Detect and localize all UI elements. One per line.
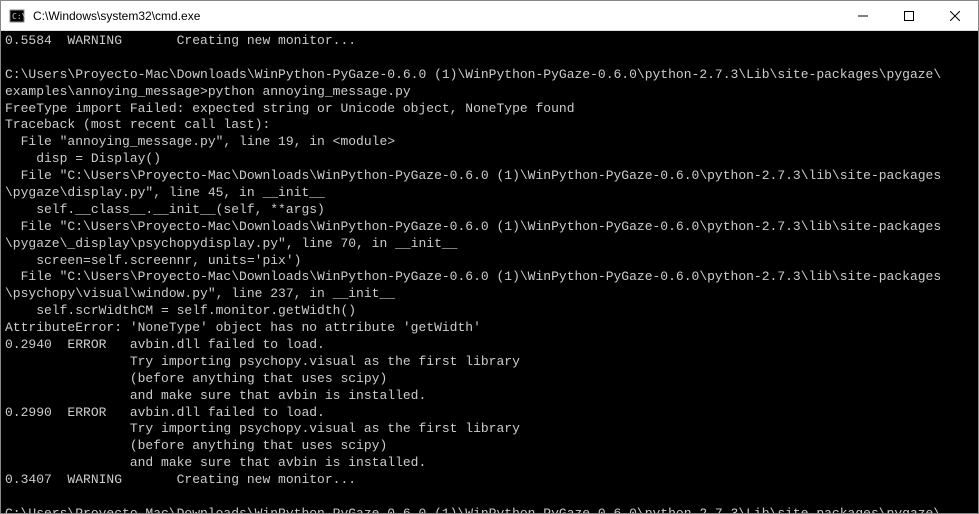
terminal-line: C:\Users\Proyecto-Mac\Downloads\WinPytho…	[5, 67, 974, 84]
terminal-line: \pygaze\display.py", line 45, in __init_…	[5, 185, 974, 202]
terminal-line: self.scrWidthCM = self.monitor.getWidth(…	[5, 303, 974, 320]
titlebar-buttons	[840, 1, 978, 30]
terminal-line	[5, 50, 974, 67]
terminal-line: File "annoying_message.py", line 19, in …	[5, 134, 974, 151]
terminal-line: screen=self.screennr, units='pix')	[5, 253, 974, 270]
terminal-line: File "C:\Users\Proyecto-Mac\Downloads\Wi…	[5, 168, 974, 185]
cmd-window: C:\ C:\Windows\system32\cmd.exe 0.5584 W…	[0, 0, 979, 514]
terminal-output[interactable]: 0.5584 WARNING Creating new monitor... C…	[1, 31, 978, 513]
terminal-line: \psychopy\visual\window.py", line 237, i…	[5, 286, 974, 303]
terminal-line: (before anything that uses scipy)	[5, 438, 974, 455]
minimize-button[interactable]	[840, 1, 886, 30]
terminal-line: AttributeError: 'NoneType' object has no…	[5, 320, 974, 337]
terminal-line: Try importing psychopy.visual as the fir…	[5, 421, 974, 438]
terminal-line: and make sure that avbin is installed.	[5, 388, 974, 405]
terminal-line	[5, 489, 974, 506]
terminal-line: 0.3407 WARNING Creating new monitor...	[5, 472, 974, 489]
terminal-line: Traceback (most recent call last):	[5, 117, 974, 134]
terminal-line: examples\annoying_message>python annoyin…	[5, 84, 974, 101]
maximize-button[interactable]	[886, 1, 932, 30]
terminal-line: File "C:\Users\Proyecto-Mac\Downloads\Wi…	[5, 269, 974, 286]
terminal-line: \pygaze\_display\psychopydisplay.py", li…	[5, 236, 974, 253]
terminal-line: and make sure that avbin is installed.	[5, 455, 974, 472]
terminal-line: Try importing psychopy.visual as the fir…	[5, 354, 974, 371]
terminal-line: (before anything that uses scipy)	[5, 371, 974, 388]
close-button[interactable]	[932, 1, 978, 30]
terminal-line: FreeType import Failed: expected string …	[5, 101, 974, 118]
svg-text:C:\: C:\	[12, 12, 25, 21]
terminal-line: disp = Display()	[5, 151, 974, 168]
cmd-icon: C:\	[9, 8, 25, 24]
terminal-line: 0.2940 ERROR avbin.dll failed to load.	[5, 337, 974, 354]
terminal-line: C:\Users\Proyecto-Mac\Downloads\WinPytho…	[5, 506, 974, 513]
window-title: C:\Windows\system32\cmd.exe	[31, 9, 840, 23]
terminal-line: 0.2990 ERROR avbin.dll failed to load.	[5, 405, 974, 422]
terminal-line: 0.5584 WARNING Creating new monitor...	[5, 33, 974, 50]
titlebar[interactable]: C:\ C:\Windows\system32\cmd.exe	[1, 1, 978, 31]
terminal-line: self.__class__.__init__(self, **args)	[5, 202, 974, 219]
terminal-line: File "C:\Users\Proyecto-Mac\Downloads\Wi…	[5, 219, 974, 236]
